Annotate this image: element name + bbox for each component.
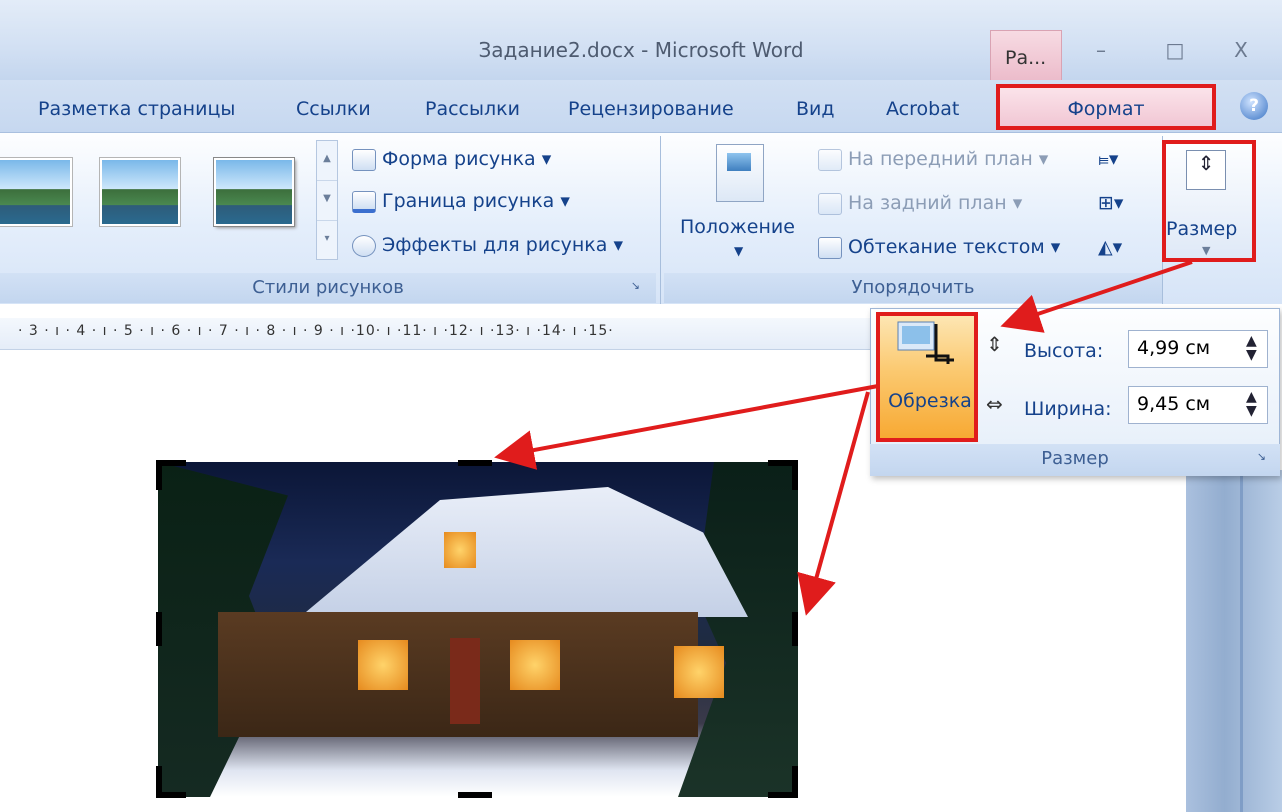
gallery-more-icon[interactable]: ▾ xyxy=(317,221,337,261)
tab-acrobat[interactable]: Acrobat xyxy=(886,98,959,120)
text-wrap-label: Обтекание текстом xyxy=(848,236,1045,258)
tab-view[interactable]: Вид xyxy=(796,98,835,120)
size-popup-label: Размер xyxy=(1041,448,1109,469)
size-group-label: Размер ↘ xyxy=(870,444,1280,476)
picture-shape-label: Форма рисунка xyxy=(382,148,536,170)
page-edge xyxy=(1240,470,1243,812)
group-separator xyxy=(660,136,661,304)
tab-review[interactable]: Рецензирование xyxy=(568,98,734,120)
position-button[interactable]: Положение xyxy=(680,216,795,238)
crop-handle[interactable] xyxy=(156,460,162,490)
send-back-icon xyxy=(818,192,842,215)
group-icon[interactable]: ⊞▾ xyxy=(1098,192,1123,214)
crop-handle[interactable] xyxy=(792,460,798,490)
maximize-button[interactable]: □ xyxy=(1160,38,1190,62)
picture-shape-button[interactable]: Форма рисунка ▾ xyxy=(352,148,551,171)
rotate-icon[interactable]: ◭▾ xyxy=(1098,236,1122,258)
gallery-up-icon[interactable]: ▲ xyxy=(317,141,337,181)
picture-style-thumb[interactable] xyxy=(214,158,294,226)
shape-icon xyxy=(352,148,376,171)
picture-door xyxy=(450,638,480,724)
width-icon: ⇔ xyxy=(986,392,1003,416)
crop-label: Обрезка xyxy=(888,390,972,412)
inserted-picture[interactable] xyxy=(158,462,798,797)
crop-icon xyxy=(897,321,954,364)
tab-format[interactable]: Формат xyxy=(996,84,1216,130)
bring-front-label: На передний план xyxy=(848,148,1033,170)
minimize-button[interactable]: – xyxy=(1086,38,1116,62)
border-icon xyxy=(352,190,376,213)
tab-references[interactable]: Ссылки xyxy=(296,98,371,120)
horizontal-ruler[interactable]: · 3 · ı · 4 · ı · 5 · ı · 6 · ı · 7 · ı … xyxy=(0,318,880,350)
width-spin-icon[interactable]: ▲ ▼ xyxy=(1246,390,1257,418)
size-dropdown-icon: ▼ xyxy=(1202,244,1211,257)
arrange-group-label: Упорядочить xyxy=(664,273,1162,303)
picture-border-button[interactable]: Граница рисунка ▾ xyxy=(352,190,570,213)
picture-border-label: Граница рисунка xyxy=(382,190,555,212)
picture-style-thumb[interactable] xyxy=(100,158,180,226)
position-dropdown-icon[interactable]: ▼ xyxy=(734,244,743,258)
crop-handle[interactable] xyxy=(458,460,492,466)
effects-icon xyxy=(352,234,376,257)
picture-tools-context-tab[interactable]: Ра... xyxy=(990,30,1062,80)
text-wrap-button[interactable]: Обтекание текстом ▾ xyxy=(818,236,1060,259)
help-icon[interactable]: ? xyxy=(1240,92,1268,120)
send-back-label: На задний план xyxy=(848,192,1007,214)
crop-handle[interactable] xyxy=(156,792,186,798)
tab-page-layout[interactable]: Разметка страницы xyxy=(38,98,235,120)
picture-styles-group-label: Стили рисунков ↘ xyxy=(0,273,656,303)
position-icon[interactable] xyxy=(716,144,764,202)
crop-handle[interactable] xyxy=(458,792,492,798)
picture-window xyxy=(444,532,476,568)
align-icon[interactable]: ⫢▾ xyxy=(1098,148,1118,170)
document-background xyxy=(1186,470,1282,812)
height-icon: ⇕ xyxy=(986,332,1003,356)
crop-handle[interactable] xyxy=(792,612,798,646)
close-button[interactable]: X xyxy=(1226,38,1256,62)
height-label: Высота: xyxy=(1024,340,1104,362)
bring-front-button: На передний план ▾ xyxy=(818,148,1048,171)
picture-window xyxy=(510,640,560,690)
gallery-scroll[interactable]: ▲ ▼ ▾ xyxy=(316,140,338,260)
size-dialog-launcher-icon[interactable]: ↘ xyxy=(1257,450,1266,463)
picture-effects-label: Эффекты для рисунка xyxy=(382,234,608,256)
picture-window xyxy=(674,646,724,698)
dialog-launcher-icon[interactable]: ↘ xyxy=(631,279,640,292)
picture-style-thumb[interactable] xyxy=(0,158,72,226)
picture-effects-button[interactable]: Эффекты для рисунка ▾ xyxy=(352,234,623,257)
size-button-label: Размер xyxy=(1166,218,1238,240)
crop-handle[interactable] xyxy=(768,792,798,798)
crop-handle[interactable] xyxy=(156,612,162,646)
picture-styles-label: Стили рисунков xyxy=(252,277,404,298)
height-spin-icon[interactable]: ▲ ▼ xyxy=(1246,334,1257,362)
tab-mailings[interactable]: Рассылки xyxy=(425,98,520,120)
width-label: Ширина: xyxy=(1024,398,1112,420)
picture-window xyxy=(358,640,408,690)
send-back-button: На задний план ▾ xyxy=(818,192,1022,215)
text-wrap-icon xyxy=(818,236,842,259)
bring-front-icon xyxy=(818,148,842,171)
gallery-down-icon[interactable]: ▼ xyxy=(317,181,337,221)
size-icon: ⇕ xyxy=(1186,150,1226,190)
